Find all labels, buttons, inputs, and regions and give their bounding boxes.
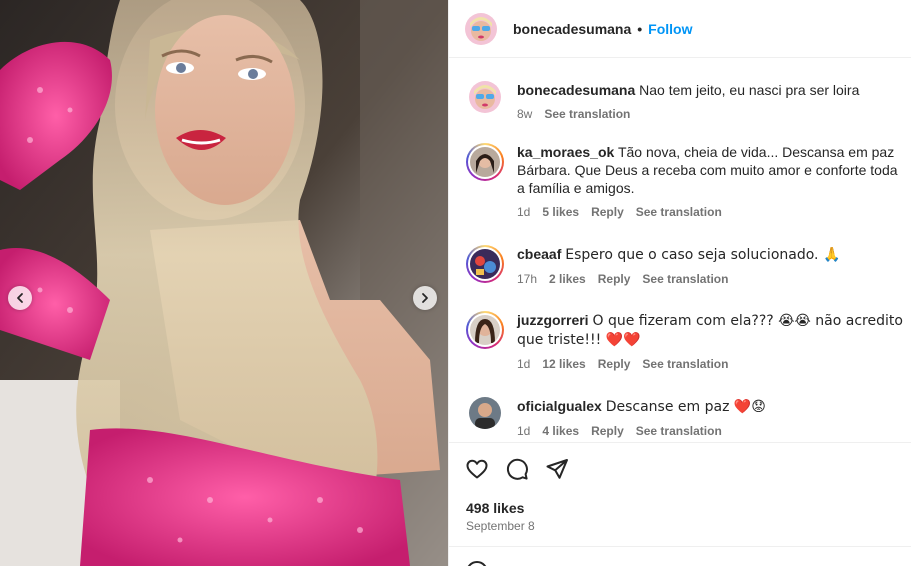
- add-comment-bar: [449, 546, 911, 566]
- comment-username[interactable]: ka_moraes_ok: [517, 144, 614, 160]
- commenter-avatar-image: [470, 315, 500, 345]
- reply-button[interactable]: Reply: [591, 422, 624, 440]
- post-actions: 498 likes September 8: [449, 442, 911, 546]
- author-avatar[interactable]: [465, 12, 497, 45]
- post-header: bonecadesumana • Follow: [449, 0, 911, 58]
- commenter-avatar-image: [470, 249, 500, 279]
- commenter-avatar: [470, 147, 500, 177]
- post-photo[interactable]: [0, 0, 448, 566]
- comment-item: juzzgorreri O que fizeram com ela??? 😭😭 …: [465, 311, 905, 373]
- caption-username[interactable]: bonecadesumana: [517, 82, 635, 98]
- see-translation-button[interactable]: See translation: [636, 203, 722, 221]
- comment-likes[interactable]: 5 likes: [542, 203, 579, 221]
- chevron-left-icon: [17, 293, 23, 303]
- see-translation-button[interactable]: See translation: [636, 422, 722, 440]
- header-separator: •: [637, 20, 643, 37]
- story-ring[interactable]: [466, 245, 504, 283]
- carousel-prev-button[interactable]: [8, 286, 32, 310]
- commenter-avatar-image: [469, 397, 501, 429]
- caption-avatar[interactable]: [469, 81, 501, 113]
- story-ring[interactable]: [466, 143, 504, 181]
- comment-time[interactable]: 1d: [517, 355, 530, 373]
- author-avatar-image: [465, 12, 497, 45]
- likes-count[interactable]: 498 likes: [466, 500, 524, 516]
- heart-icon[interactable]: [465, 457, 489, 481]
- carousel-next-button[interactable]: [413, 286, 437, 310]
- send-icon[interactable]: [545, 457, 569, 481]
- emoji-icon[interactable]: [465, 560, 489, 566]
- chevron-right-icon: [422, 293, 428, 303]
- post-date[interactable]: September 8: [466, 519, 535, 533]
- post-image: [0, 0, 448, 566]
- author-username[interactable]: bonecadesumana: [513, 21, 631, 37]
- reply-button[interactable]: Reply: [591, 203, 624, 221]
- caption-avatar-image: [469, 81, 501, 113]
- see-translation-button[interactable]: See translation: [642, 355, 728, 373]
- comment-item: oficialgualex Descanse em paz ❤️😟 1d 4 l…: [465, 397, 905, 440]
- comment-username[interactable]: oficialgualex: [517, 398, 602, 414]
- caption-text: Nao tem jeito, eu nasci pra ser loira: [639, 82, 860, 98]
- comment-time[interactable]: 1d: [517, 422, 530, 440]
- comment-username[interactable]: cbeaaf: [517, 246, 561, 262]
- post-side-panel: bonecadesumana • Follow bonecadesumana N…: [448, 0, 911, 566]
- commenter-avatar[interactable]: [469, 397, 501, 429]
- comment-likes[interactable]: 2 likes: [549, 270, 586, 288]
- commenter-avatar: [470, 249, 500, 279]
- caption-see-translation[interactable]: See translation: [544, 105, 630, 123]
- caption: bonecadesumana Nao tem jeito, eu nasci p…: [465, 81, 905, 123]
- see-translation-button[interactable]: See translation: [642, 270, 728, 288]
- comment-likes[interactable]: 4 likes: [542, 422, 579, 440]
- caption-time[interactable]: 8w: [517, 105, 532, 123]
- follow-button[interactable]: Follow: [648, 21, 692, 37]
- comment-icon[interactable]: [505, 457, 529, 481]
- comment-text: Espero que o caso seja solucionado. 🙏: [565, 247, 841, 263]
- comment-time[interactable]: 1d: [517, 203, 530, 221]
- reply-button[interactable]: Reply: [598, 355, 631, 373]
- commenter-avatar: [470, 315, 500, 345]
- comment-username[interactable]: juzzgorreri: [517, 312, 589, 328]
- comments-list[interactable]: bonecadesumana Nao tem jeito, eu nasci p…: [449, 59, 911, 442]
- story-ring[interactable]: [466, 311, 504, 349]
- comment-time[interactable]: 17h: [517, 270, 537, 288]
- commenter-avatar-image: [470, 147, 500, 177]
- comment-likes[interactable]: 12 likes: [542, 355, 585, 373]
- comment-text: Descanse em paz ❤️😟: [605, 399, 766, 415]
- comment-item: cbeaaf Espero que o caso seja solucionad…: [465, 245, 905, 288]
- reply-button[interactable]: Reply: [598, 270, 631, 288]
- comment-item: ka_moraes_ok Tão nova, cheia de vida... …: [465, 143, 905, 221]
